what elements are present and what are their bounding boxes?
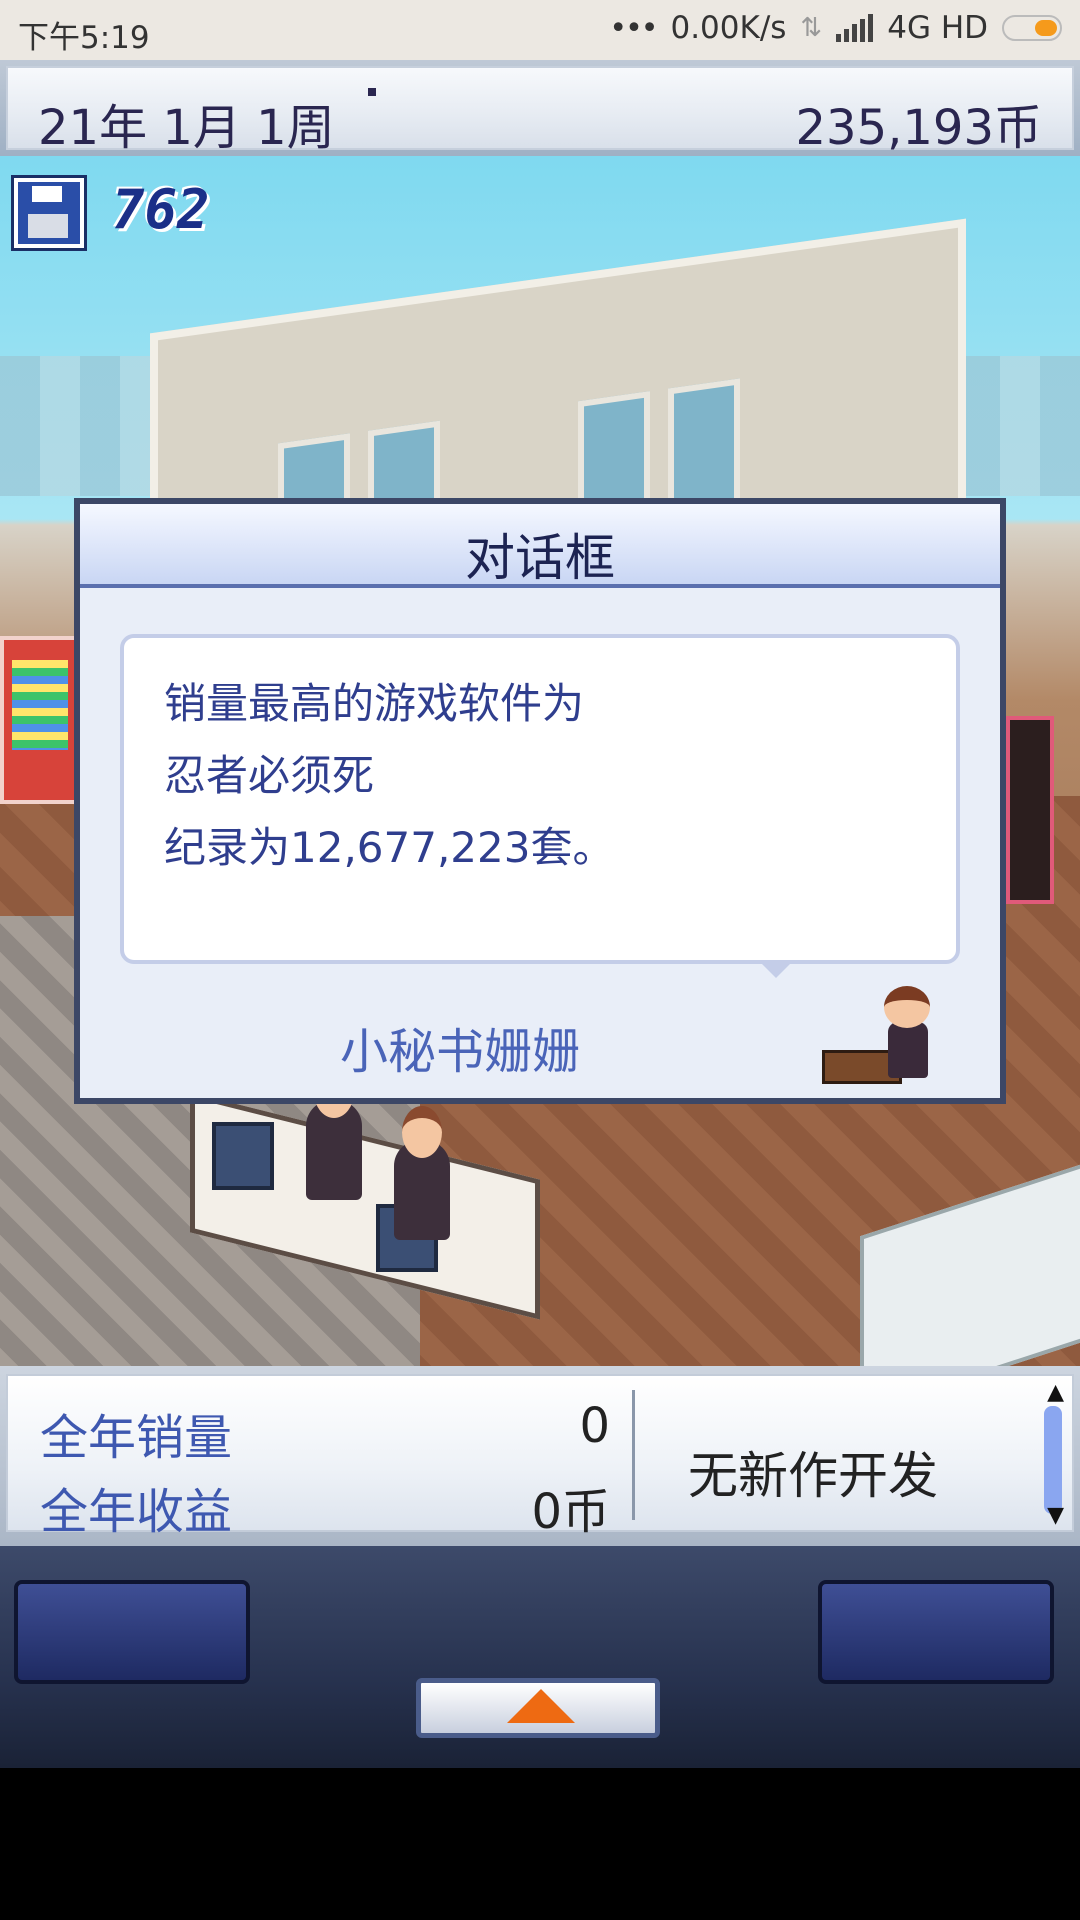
dialog-message-line: 忍者必须死 (164, 751, 375, 800)
dialog-title: 对话框 (465, 529, 615, 587)
annual-income-value: 0币 (531, 1484, 610, 1540)
annual-income-label: 全年收益 (40, 1484, 233, 1540)
data-arrows-icon: ⇅ (800, 13, 823, 43)
money-amount: 235,193币 (795, 100, 1043, 156)
computer-monitor (212, 1122, 274, 1190)
speech-pointer-icon (760, 962, 792, 978)
scroll-up-icon[interactable]: ▲ (1047, 1380, 1064, 1405)
shop-sign (1006, 716, 1054, 904)
scrollbar-thumb[interactable] (1044, 1406, 1062, 1514)
header-panel: 21年 1月 1周 235,193币 (6, 66, 1074, 156)
save-counter: 762 (112, 178, 210, 241)
annual-sales-label: 全年销量 (40, 1410, 233, 1466)
stats-panel-inner: 全年销量 0 全年收益 0币 无新作开发 ▲ ▼ (6, 1374, 1074, 1540)
dialog-box[interactable]: 对话框 销量最高的游戏软件为 忍者必须死 纪录为12,677,223套。 小秘书… (74, 498, 1006, 1104)
right-soft-button[interactable] (818, 1580, 1054, 1684)
dialog-message-line: 销量最高的游戏软件为 (164, 679, 585, 728)
control-bar (0, 1546, 1080, 1768)
staff-character[interactable] (394, 1106, 450, 1240)
development-status[interactable]: 无新作开发 (688, 1436, 938, 1508)
annual-sales-value: 0 (579, 1398, 610, 1454)
panel-divider (632, 1390, 635, 1520)
menu-open-button[interactable] (416, 1678, 660, 1738)
dialog-message-box: 销量最高的游戏软件为 忍者必须死 纪录为12,677,223套。 (120, 634, 960, 964)
status-time: 下午5:19 (18, 20, 150, 56)
left-soft-button[interactable] (14, 1580, 250, 1684)
stats-panel: 全年销量 0 全年收益 0币 无新作开发 ▲ ▼ (0, 1366, 1080, 1546)
speaker-name: 小秘书姗姗 (340, 1024, 581, 1080)
game-date: 21年 1月 1周 (38, 100, 335, 156)
network-type: 4G HD (887, 10, 988, 46)
battery-icon (1002, 15, 1062, 41)
more-dots: ••• (609, 10, 658, 46)
dialog-title-bar: 对话框 (80, 504, 1000, 588)
game-header: 21年 1月 1周 235,193币 (0, 60, 1080, 156)
status-right: ••• 0.00K/s ⇅ 4G HD (609, 10, 1062, 46)
status-bar: 下午5:19 ••• 0.00K/s ⇅ 4G HD (0, 0, 1080, 60)
date-indicator-dot (368, 88, 376, 96)
avatar-head (884, 986, 930, 1028)
dialog-message-line: 纪录为12,677,223套。 (164, 823, 615, 872)
arrow-up-icon (507, 1689, 575, 1723)
secretary-avatar (822, 986, 942, 1086)
signal-icon (836, 14, 874, 42)
disk-icon (14, 178, 84, 248)
network-speed: 0.00K/s (670, 10, 787, 46)
staff-character[interactable] (306, 1066, 362, 1200)
scroll-down-icon[interactable]: ▼ (1047, 1503, 1064, 1528)
avatar-body (888, 1022, 928, 1078)
